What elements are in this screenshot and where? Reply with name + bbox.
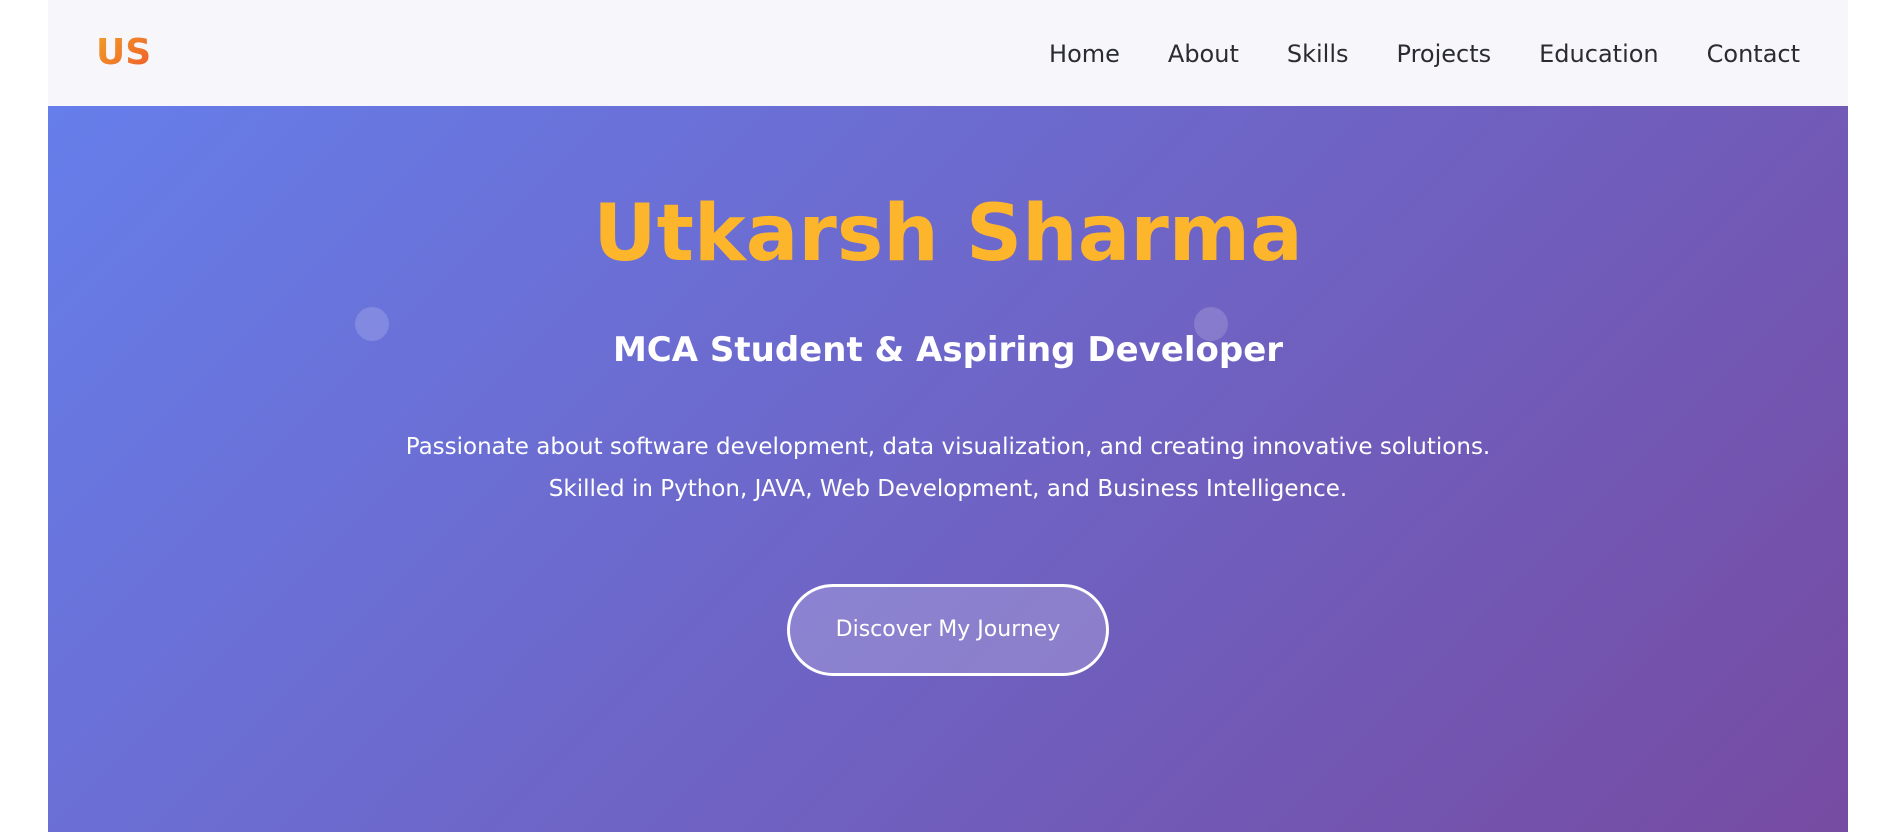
nav-item-home: Home [1049,38,1120,70]
nav-link-about[interactable]: About [1168,40,1239,68]
nav-link-skills[interactable]: Skills [1287,40,1349,68]
hero-subtitle: MCA Student & Aspiring Developer [612,330,1284,370]
page: US Home About Skills Projects Education … [48,0,1848,832]
discover-journey-button[interactable]: Discover My Journey [787,584,1109,676]
nav-item-about: About [1168,38,1239,70]
nav-item-contact: Contact [1707,38,1800,70]
hero-description-line-1: Passionate about software development, d… [405,434,1491,460]
hero-description: Passionate about software development, d… [48,426,1848,510]
nav-item-skills: Skills [1287,38,1349,70]
logo[interactable]: US [96,30,151,76]
hero-description-line-2: Skilled in Python, JAVA, Web Development… [548,476,1348,502]
nav-item-education: Education [1539,38,1658,70]
nav-link-home[interactable]: Home [1049,40,1120,68]
navbar: US Home About Skills Projects Education … [48,0,1848,106]
hero-section: Utkarsh Sharma MCA Student & Aspiring De… [48,106,1848,832]
nav-links: Home About Skills Projects Education Con… [1049,38,1800,70]
nav-link-projects[interactable]: Projects [1397,40,1492,68]
hero-title: Utkarsh Sharma [593,189,1303,279]
nav-link-contact[interactable]: Contact [1707,40,1800,68]
nav-item-projects: Projects [1397,38,1492,70]
nav-link-education[interactable]: Education [1539,40,1658,68]
